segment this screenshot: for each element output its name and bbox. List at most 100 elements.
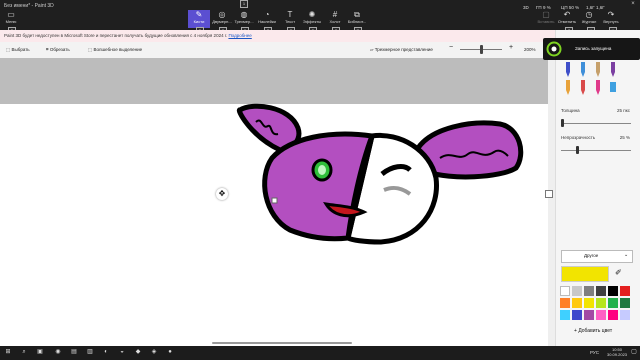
learn-more-link[interactable]: Подробнее [228,33,251,38]
tab-stickers[interactable]: ◔ Наклейки [256,10,278,28]
keytip-badge: 1 [240,0,248,8]
3d-view-toggle[interactable]: ▱ Трехмерное представление [370,47,433,53]
paste-button[interactable]: ▢ Вставить [536,10,556,28]
search-icon[interactable]: ⌕ [20,348,28,357]
zoom-out-button[interactable]: − [449,44,453,51]
crop-icon: ⌗ [46,47,49,52]
color-swatch[interactable] [572,286,582,296]
tab-library[interactable]: ⧉ Библиот... [346,10,368,28]
brush-eraser[interactable] [578,80,588,98]
store-icon[interactable]: ▥ [86,348,94,357]
firefox-icon[interactable]: ◒ [118,348,126,357]
color-swatch[interactable] [620,310,630,320]
color-swatch[interactable] [596,310,606,320]
undo-button[interactable]: ↶ Отменить [557,10,577,28]
history-button[interactable]: ◷ Журнал [579,10,599,28]
task-view-icon[interactable]: ▣ [36,348,44,357]
brush-oil[interactable] [593,62,603,80]
close-icon: × [631,1,635,7]
opacity-value[interactable]: 25 % [608,135,630,140]
window-title: Без имени* - Paint 3D [4,3,54,9]
resize-handle [271,197,278,204]
color-swatch[interactable] [620,298,630,308]
steam-icon[interactable]: ◐ [102,348,110,357]
vertical-scrollbar[interactable] [548,58,555,346]
color-swatch[interactable] [560,310,570,320]
history-icon: ◷ [585,10,593,19]
zoom-in-button[interactable]: + [509,44,513,51]
media-icon[interactable]: ● [166,348,174,357]
2d-shapes-icon: ◎ [218,10,226,19]
3d-shapes-icon: ◍ [240,10,248,19]
brush-pencil[interactable] [563,80,573,98]
color-swatch[interactable] [572,310,582,320]
color-swatch[interactable] [584,298,594,308]
eye-highlight [318,165,326,175]
windows-start-icon[interactable]: ⊞ [4,348,12,357]
move-cursor-icon[interactable]: ✥ [216,188,228,200]
magic-select-button[interactable]: ⬚ Волшебное выделение [88,47,142,53]
tab-brushes[interactable]: ✎ Кисти [188,10,210,28]
eyedropper-icon[interactable]: ✐ [615,268,622,277]
input-language[interactable]: РУС [590,350,599,355]
brush-crayon[interactable] [593,80,603,98]
tab-2d-shapes[interactable]: ◎ Двумерн... [211,10,233,28]
3d-view-icon: ▱ [370,47,374,52]
ribbon: Без имени* - Paint 3D 1 ▭ Меню F ✎ Кисти… [0,0,640,35]
tab-text[interactable]: T Текст [279,10,301,28]
canvas-toolbar: ⬚ Выбрать ⌗ Обрезать ⬚ Волшебное выделен… [0,42,555,59]
color-swatch[interactable] [620,286,630,296]
file-explorer-icon[interactable]: ▤ [70,348,78,357]
paste-icon: ▢ [542,10,550,19]
stickers-icon: ◔ [264,10,270,19]
paint3d-icon[interactable]: ◈ [150,348,158,357]
library-icon: ⧉ [354,10,360,19]
select-tool-button[interactable]: ⬚ Выбрать [6,47,30,53]
app-icon[interactable]: ◆ [134,348,142,357]
color-swatch[interactable] [596,286,606,296]
notice-text: Paint 3D будет недоступен в Microsoft St… [4,33,228,38]
horizontal-scrollbar[interactable] [212,342,352,344]
color-mode-dropdown[interactable]: Другое ⌄ [561,250,633,263]
brush-fill[interactable] [608,80,618,98]
taskbar: ⊞ ⌕ ▣ ◉ ▤ ▥ ◐ ◒ ◆ ◈ ● РУС 10:50 30.09.202… [0,346,640,360]
tab-effects[interactable]: ✺ Эффекты [301,10,323,28]
record-icon [546,41,562,57]
opacity-slider-track[interactable] [561,150,631,151]
crop-tool-button[interactable]: ⌗ Обрезать [46,47,70,52]
thickness-slider-track[interactable] [561,123,631,124]
color-swatch[interactable] [560,298,570,308]
redo-icon: ↷ [607,10,615,19]
color-swatch[interactable] [584,286,594,296]
opacity-label: Непрозрачность [561,135,596,140]
close-window-button[interactable]: × [626,0,640,9]
menu-button[interactable]: ▭ Меню [0,10,22,28]
edge-browser-icon[interactable]: ◉ [54,348,62,357]
thickness-slider-thumb[interactable] [561,119,564,127]
brush-calligraphy-pen[interactable] [578,62,588,80]
color-swatch[interactable] [572,298,582,308]
color-swatch[interactable] [560,286,570,296]
color-swatch[interactable] [584,310,594,320]
notifications-icon[interactable]: ▢ [630,348,638,357]
brush-watercolor[interactable] [608,62,618,80]
thickness-value[interactable]: 25 пкс [608,108,630,113]
zoom-slider-thumb[interactable] [480,45,483,54]
redo-button[interactable]: ↷ Вернуть [601,10,621,28]
color-swatch[interactable] [608,310,618,320]
canvas-resize-handle[interactable] [545,190,553,198]
add-color-button[interactable]: + Добавить цвет [574,328,612,334]
color-swatch[interactable] [596,298,606,308]
color-swatch[interactable] [608,298,618,308]
tab-canvas[interactable]: # Холст [324,10,346,28]
magic-select-icon: ⬚ [88,47,93,52]
undo-icon: ↶ [563,10,571,19]
plus-icon: + [574,328,577,334]
tab-3d-shapes[interactable]: ◍ Трехмер... [233,10,255,28]
opacity-slider-thumb[interactable] [576,146,579,154]
selected-color-swatch[interactable] [561,266,609,282]
drawing-svg [236,103,524,245]
color-swatch[interactable] [608,286,618,296]
brush-marker[interactable] [563,62,573,80]
system-clock[interactable]: 10:50 30.09.2023 [607,347,627,357]
